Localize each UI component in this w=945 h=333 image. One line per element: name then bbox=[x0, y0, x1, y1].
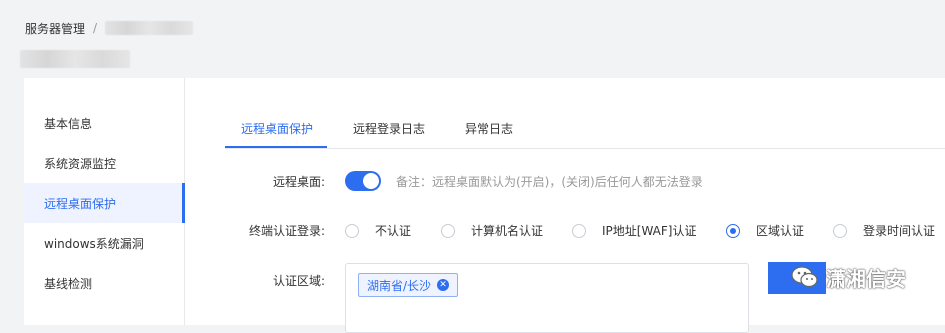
sidebar-item-label: 基本信息 bbox=[44, 116, 93, 131]
sidebar-item-resource-monitor[interactable]: 系统资源监控 bbox=[24, 143, 184, 183]
sidebar-item-label: 基线检测 bbox=[44, 276, 93, 291]
close-icon[interactable]: ✕ bbox=[437, 279, 450, 291]
radio-label: 登录时间认证 bbox=[863, 224, 936, 238]
radio-label: 不认证 bbox=[375, 224, 412, 238]
sidebar: 基本信息 系统资源监控 远程桌面保护 windows系统漏洞 基线检测 bbox=[24, 78, 185, 325]
page-header: 服务器管理 / bbox=[0, 0, 945, 78]
wechat-icon bbox=[791, 266, 818, 288]
sidebar-item-baseline-check[interactable]: 基线检测 bbox=[24, 263, 184, 303]
sidebar-item-remote-desktop-protection[interactable]: 远程桌面保护 bbox=[24, 183, 185, 223]
auth-region-label: 认证区域: bbox=[272, 274, 325, 288]
page-title-redacted bbox=[20, 50, 130, 68]
active-tab-indicator bbox=[225, 146, 327, 148]
sidebar-item-label: 远程桌面保护 bbox=[44, 196, 117, 211]
radio-region-auth[interactable]: 区域认证 bbox=[726, 222, 804, 239]
radio-no-auth[interactable]: 不认证 bbox=[345, 222, 411, 239]
breadcrumb-root-link[interactable]: 服务器管理 bbox=[25, 20, 85, 37]
terminal-auth-label: 终端认证登录: bbox=[248, 224, 325, 238]
remote-desktop-label: 远程桌面: bbox=[272, 175, 325, 189]
radio-computer-name-auth[interactable]: 计算机名认证 bbox=[441, 222, 543, 239]
tab-bar: 远程桌面保护 远程登录日志 异常日志 bbox=[225, 110, 945, 149]
breadcrumb-current-redacted bbox=[105, 21, 194, 35]
tab-remote-desktop-protection[interactable]: 远程桌面保护 bbox=[241, 120, 313, 148]
auth-region-select[interactable]: 湖南省/长沙 ✕ bbox=[345, 263, 749, 333]
radio-login-time-auth[interactable]: 登录时间认证 bbox=[833, 222, 935, 239]
watermark-text: 潇湘信安 bbox=[826, 266, 906, 291]
region-tag: 湖南省/长沙 ✕ bbox=[358, 273, 459, 297]
tab-exception-log[interactable]: 异常日志 bbox=[465, 120, 513, 148]
breadcrumb: 服务器管理 / bbox=[25, 18, 194, 38]
region-tag-label: 湖南省/长沙 bbox=[367, 278, 432, 293]
radio-circle bbox=[345, 223, 359, 238]
radio-circle bbox=[441, 223, 455, 238]
radio-circle bbox=[833, 223, 847, 238]
sidebar-item-basic-info[interactable]: 基本信息 bbox=[24, 103, 184, 143]
sidebar-item-windows-vulnerabilities[interactable]: windows系统漏洞 bbox=[24, 223, 184, 263]
radio-circle bbox=[572, 223, 586, 238]
radio-label: IP地址[WAF]认证 bbox=[602, 224, 697, 238]
watermark: 潇湘信安 bbox=[790, 262, 906, 292]
remote-desktop-note: 备注：远程桌面默认为(开启)，(关闭)后任何人都无法登录 bbox=[396, 175, 703, 189]
radio-label: 计算机名认证 bbox=[471, 224, 544, 238]
radio-label: 区域认证 bbox=[756, 224, 805, 238]
tab-remote-login-log[interactable]: 远程登录日志 bbox=[353, 120, 425, 148]
remote-desktop-toggle[interactable] bbox=[345, 171, 381, 191]
toggle-knob bbox=[363, 173, 379, 189]
breadcrumb-separator: / bbox=[93, 21, 98, 35]
sidebar-item-label: 系统资源监控 bbox=[44, 156, 117, 171]
radio-circle bbox=[726, 223, 740, 238]
radio-ip-waf-auth[interactable]: IP地址[WAF]认证 bbox=[572, 222, 696, 239]
sidebar-item-label: windows系统漏洞 bbox=[44, 236, 144, 251]
